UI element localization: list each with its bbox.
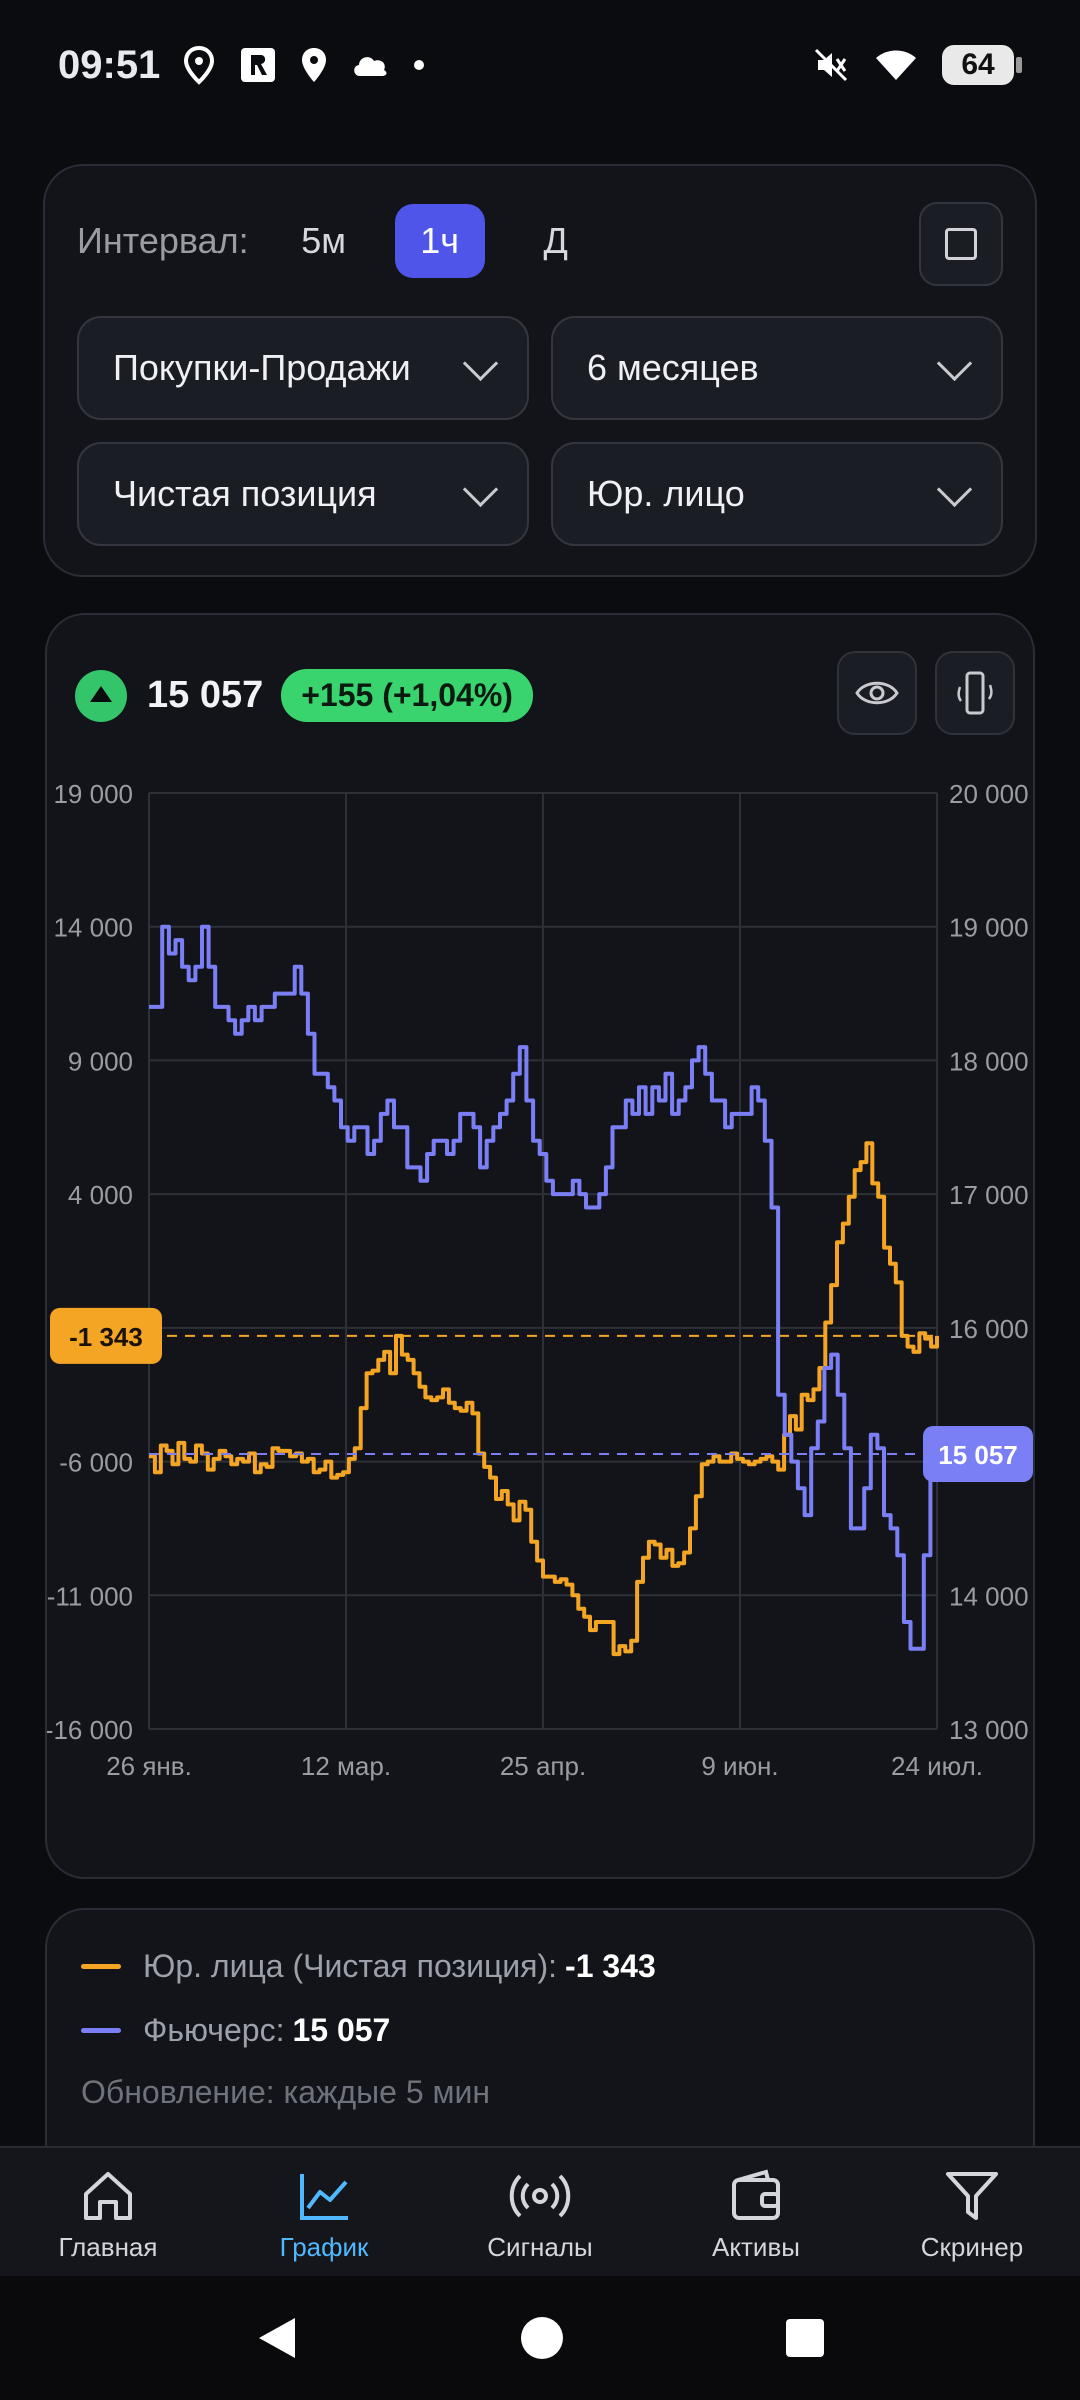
- entity-select-value: Юр. лицо: [587, 473, 745, 514]
- chart-panel: 15 057 +155 (+1,04%) 19 000 20 000 14 000 1…: [45, 613, 1035, 1879]
- x-tick-label: 12 мар.: [301, 1751, 391, 1781]
- interval-selector: Интервал: 5м 1ч Д: [77, 204, 627, 278]
- interval-day-button[interactable]: Д: [511, 204, 601, 278]
- chevron-down-icon: [462, 345, 499, 381]
- nav-screener-label: Скринер: [920, 2232, 1024, 2262]
- y-left-tick-label: -6 000: [59, 1448, 133, 1478]
- wifi-icon: [874, 48, 918, 82]
- nav-signals-label: Сигналы: [487, 2232, 593, 2262]
- filter-panel: Интервал: 5м 1ч Д Покупки-Продажи 6 меся…: [43, 164, 1037, 577]
- location-icon: [300, 46, 328, 84]
- nav-home[interactable]: Главная: [0, 2148, 216, 2276]
- legend-entity-label: Юр. лица (Чистая позиция):: [143, 1948, 558, 1984]
- legend-panel: Юр. лица (Чистая позиция): -1 343 Фьючер…: [45, 1908, 1035, 2148]
- legend-futures-label: Фьючерс:: [143, 2012, 285, 2048]
- signal-icon: [509, 2174, 571, 2218]
- recents-icon[interactable]: [785, 2318, 825, 2358]
- interval-5m-button[interactable]: 5м: [279, 204, 369, 278]
- nav-assets-label: Активы: [712, 2232, 800, 2262]
- x-tick-label: 26 янв.: [106, 1751, 192, 1781]
- purple-swatch: [81, 2028, 121, 2033]
- y-left-tick-label: -11 000: [47, 1581, 133, 1611]
- x-tick-label: 25 апр.: [500, 1751, 586, 1781]
- status-bar: 09:51 64: [0, 0, 1080, 130]
- x-tick-label: 24 июл.: [891, 1751, 983, 1781]
- system-navigation: [0, 2276, 1080, 2400]
- nav-screener[interactable]: Скринер: [864, 2148, 1080, 2276]
- y-left-tick-label: 4 000: [68, 1180, 133, 1210]
- period-select[interactable]: 6 месяцев: [551, 316, 1003, 420]
- cloud-icon: [350, 50, 390, 80]
- line-chart[interactable]: 19 000 20 000 14 000 19 000 9 000 18 000 4 000…: [47, 615, 1037, 1881]
- chevron-down-icon: [936, 345, 973, 381]
- chevron-down-icon: [462, 471, 499, 507]
- status-time: 09:51: [58, 42, 161, 87]
- battery-icon: 64: [942, 45, 1022, 85]
- notification-dot-icon: [412, 58, 426, 72]
- y-left-tick-label: 19 000: [53, 779, 133, 809]
- nav-assets[interactable]: Активы: [648, 2148, 864, 2276]
- legend-futures: Фьючерс: 15 057: [81, 2012, 390, 2049]
- y-left-tick-label: 9 000: [68, 1046, 133, 1076]
- last-value-label-futures: 15 057: [938, 1440, 1018, 1470]
- legend-futures-value: 15 057: [292, 2012, 391, 2048]
- legend-entity-value: -1 343: [565, 1948, 656, 1984]
- y-right-tick-label: 16 000: [949, 1314, 1029, 1344]
- update-frequency: Обновление: каждые 5 мин: [81, 2074, 491, 2110]
- y-right-tick-label: 18 000: [949, 1046, 1029, 1076]
- app-r-icon: [238, 45, 278, 85]
- y-right-tick-label: 14 000: [949, 1581, 1029, 1611]
- period-select-value: 6 месяцев: [587, 347, 759, 388]
- x-tick-label: 9 июн.: [701, 1751, 778, 1781]
- legend-entity: Юр. лица (Чистая позиция): -1 343: [81, 1948, 656, 1985]
- entity-select[interactable]: Юр. лицо: [551, 442, 1003, 546]
- filter-icon: [946, 2172, 998, 2220]
- location-pin-icon: [182, 45, 216, 85]
- y-right-tick-label: 17 000: [949, 1180, 1029, 1210]
- y-right-tick-label: 13 000: [949, 1715, 1029, 1745]
- mute-icon: [812, 46, 850, 84]
- nav-home-label: Главная: [58, 2232, 158, 2262]
- home-circle-icon[interactable]: [519, 2315, 565, 2361]
- y-left-tick-label: -16 000: [47, 1715, 133, 1745]
- battery-level: 64: [942, 45, 1014, 85]
- type-select[interactable]: Покупки-Продажи: [77, 316, 529, 420]
- nav-signals[interactable]: Сигналы: [432, 2148, 648, 2276]
- bottom-navigation: Главная График Сигналы Активы Скринер: [0, 2146, 1080, 2276]
- checkbox-toggle[interactable]: [919, 202, 1003, 286]
- checkbox-square-icon: [945, 228, 977, 260]
- y-right-tick-label: 20 000: [949, 779, 1029, 809]
- wallet-icon: [732, 2169, 780, 2220]
- orange-swatch: [81, 1964, 121, 1969]
- chevron-down-icon: [936, 471, 973, 507]
- metric-select-value: Чистая позиция: [113, 473, 377, 514]
- interval-label: Интервал:: [77, 220, 249, 261]
- type-select-value: Покупки-Продажи: [113, 347, 411, 388]
- interval-1h-button[interactable]: 1ч: [394, 204, 485, 278]
- back-icon[interactable]: [255, 2315, 299, 2361]
- nav-chart-label: График: [279, 2232, 369, 2262]
- home-icon: [84, 2172, 132, 2220]
- y-right-tick-label: 19 000: [949, 913, 1029, 943]
- metric-select[interactable]: Чистая позиция: [77, 442, 529, 546]
- y-left-tick-label: 14 000: [53, 913, 133, 943]
- chart-icon: [300, 2174, 348, 2220]
- nav-chart[interactable]: График: [216, 2148, 432, 2276]
- last-value-label-entity: -1 343: [69, 1322, 143, 1352]
